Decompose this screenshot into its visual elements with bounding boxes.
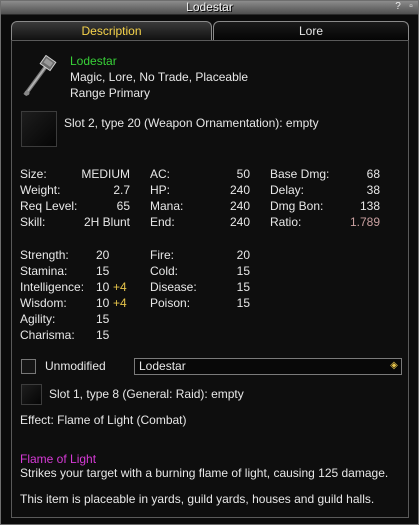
stat-label: Delay: xyxy=(270,183,305,197)
attribute-bonus: +4 xyxy=(113,296,127,310)
stat-value: 240 xyxy=(229,199,250,213)
empty-slot-icon[interactable] xyxy=(21,111,57,147)
resist-label: Fire: xyxy=(150,248,174,262)
attribute-label: Strength: xyxy=(20,248,69,262)
item-name: Lodestar xyxy=(70,54,117,68)
attribute-value: 15 xyxy=(96,264,110,278)
diamond-arrow-icon[interactable]: ◈ xyxy=(388,360,400,372)
attribute-value: 20 xyxy=(96,248,110,262)
help-button[interactable]: ? xyxy=(392,1,404,13)
tab-bar: Description Lore xyxy=(11,21,409,41)
dropdown-value: Lodestar xyxy=(139,359,186,373)
resist-value: 15 xyxy=(236,264,250,278)
attribute-label: Charisma: xyxy=(20,328,75,342)
resist-label: Poison: xyxy=(150,296,191,310)
aug-slot-text: Slot 2, type 20 (Weapon Ornamentation): … xyxy=(64,116,319,130)
effect-text: Effect: Flame of Light (Combat) xyxy=(20,413,187,427)
stat-label: Size: xyxy=(20,167,47,181)
resist-value: 20 xyxy=(236,248,250,262)
stat-value: 2H Blunt xyxy=(83,215,130,229)
tab-lore[interactable]: Lore xyxy=(213,21,409,40)
stat-value: MEDIUM xyxy=(81,167,130,181)
empty-slot-icon[interactable] xyxy=(21,384,42,405)
stat-value: 68 xyxy=(366,167,380,181)
unmodified-checkbox[interactable] xyxy=(21,359,36,374)
attribute-label: Stamina: xyxy=(20,264,68,278)
stat-value: 240 xyxy=(229,183,250,197)
stat-label: End: xyxy=(150,215,175,229)
attribute-label: Agility: xyxy=(20,312,56,326)
attribute-bonus: +4 xyxy=(113,280,127,294)
minimize-button[interactable]: ▫ xyxy=(405,1,417,13)
description-panel: Lodestar Magic, Lore, No Trade, Placeabl… xyxy=(11,40,409,518)
stat-value: 2.7 xyxy=(113,183,130,197)
spell-name: Flame of Light xyxy=(20,452,97,466)
attribute-label: Wisdom: xyxy=(20,296,67,310)
stat-label: Req Level: xyxy=(20,199,78,213)
ratio-value: 1.789 xyxy=(349,215,380,229)
stat-value: 138 xyxy=(359,199,380,213)
unmodified-label: Unmodified xyxy=(45,359,106,373)
item-window: Lodestar ? ▫ Description Lore Lodestar M… xyxy=(0,0,419,525)
item-flags: Magic, Lore, No Trade, Placeable xyxy=(70,70,249,84)
placeable-note: This item is placeable in yards, guild y… xyxy=(20,492,375,506)
stat-value: 38 xyxy=(366,183,380,197)
stat-label: Base Dmg: xyxy=(270,167,330,181)
resist-label: Disease: xyxy=(150,280,197,294)
resist-value: 15 xyxy=(236,280,250,294)
stat-value: 240 xyxy=(229,215,250,229)
window-title: Lodestar xyxy=(186,0,233,14)
stat-value: 50 xyxy=(236,167,250,181)
attribute-value: 15 xyxy=(96,312,110,326)
attribute-value: 10 xyxy=(96,296,110,310)
stat-label: Weight: xyxy=(20,183,61,197)
evolution-dropdown[interactable]: Lodestar ◈ xyxy=(134,358,402,375)
stat-label: Dmg Bon: xyxy=(270,199,324,213)
resist-value: 15 xyxy=(236,296,250,310)
staff-weapon-icon xyxy=(23,55,57,97)
item-range: Range Primary xyxy=(70,86,151,100)
slot1-text: Slot 1, type 8 (General: Raid): empty xyxy=(49,387,244,401)
title-bar[interactable]: Lodestar ? ▫ xyxy=(1,0,418,15)
attribute-value: 15 xyxy=(96,328,110,342)
tab-description[interactable]: Description xyxy=(11,21,212,40)
attribute-value: 10 xyxy=(96,280,110,294)
stat-value: 65 xyxy=(116,199,130,213)
stat-label: HP: xyxy=(150,183,171,197)
attribute-label: Intelligence: xyxy=(20,280,85,294)
spell-description: Strikes your target with a burning flame… xyxy=(20,466,389,480)
resist-label: Cold: xyxy=(150,264,179,278)
stat-label: Mana: xyxy=(150,199,184,213)
stat-label: AC: xyxy=(150,167,171,181)
stat-label: Ratio: xyxy=(270,215,302,229)
stat-label: Skill: xyxy=(20,215,46,229)
